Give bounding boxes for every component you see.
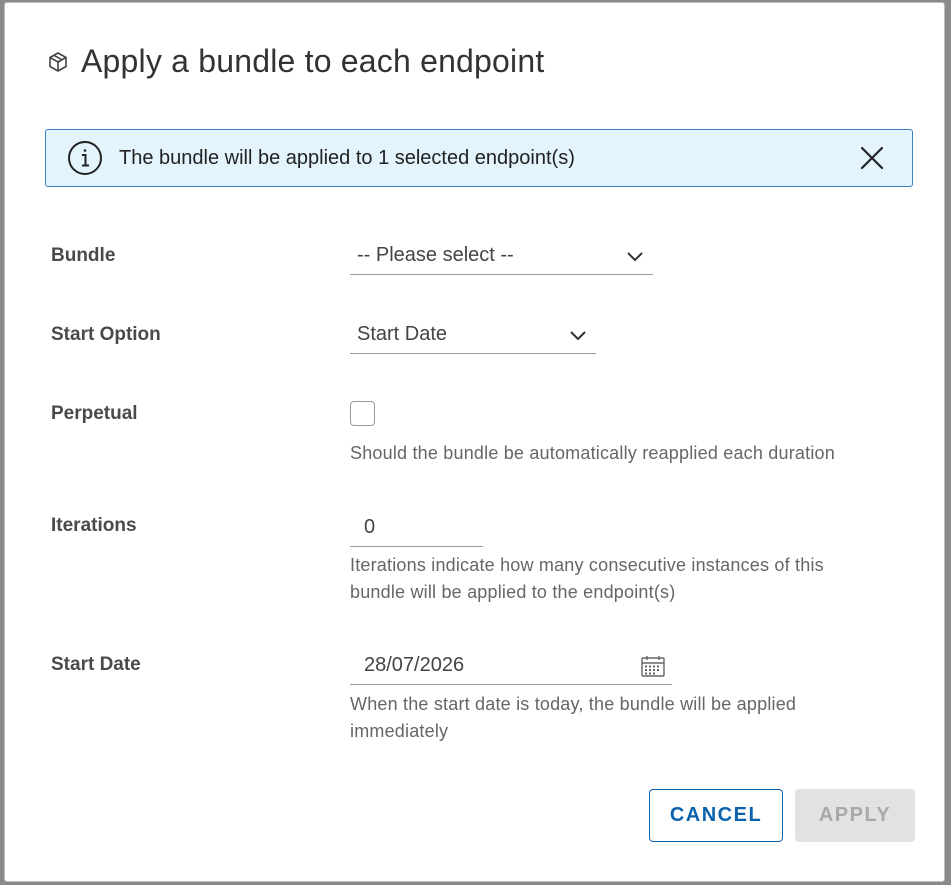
apply-bundle-dialog: Apply a bundle to each endpoint The bund… (4, 2, 945, 882)
chevron-down-icon (625, 246, 645, 266)
start-date-input[interactable]: 28/07/2026 (350, 647, 672, 685)
start-date-label: Start Date (51, 654, 141, 675)
perpetual-checkbox[interactable] (350, 401, 375, 426)
close-icon[interactable] (858, 144, 886, 172)
iterations-help-text-line1: Iterations indicate how many consecutive… (350, 555, 824, 575)
iterations-label: Iterations (51, 515, 137, 536)
iterations-value: 0 (364, 516, 376, 538)
iterations-help-text-line2: bundle will be applied to the endpoint(s… (350, 582, 676, 602)
info-alert: The bundle will be applied to 1 selected… (45, 129, 913, 187)
perpetual-label: Perpetual (51, 403, 138, 424)
alert-message: The bundle will be applied to 1 selected… (119, 146, 575, 169)
dialog-header: Apply a bundle to each endpoint (47, 43, 544, 80)
info-icon (67, 140, 103, 176)
perpetual-help-text: Should the bundle be automatically reapp… (350, 443, 835, 463)
dialog-title: Apply a bundle to each endpoint (81, 43, 545, 79)
start-option-value: Start Date (357, 323, 448, 345)
start-date-help-text-line2: immediately (350, 721, 449, 741)
bundle-label: Bundle (51, 245, 116, 266)
cancel-button[interactable]: CANCEL (649, 789, 783, 842)
apply-button[interactable]: APPLY (795, 789, 915, 842)
iterations-input[interactable]: 0 (350, 509, 483, 547)
bundle-select-value: -- Please select -- (357, 244, 514, 266)
start-option-label: Start Option (51, 324, 161, 345)
start-date-help-text-line1: When the start date is today, the bundle… (350, 694, 797, 714)
bundle-select[interactable]: -- Please select -- (350, 237, 653, 275)
start-date-value: 28/07/2026 (364, 654, 465, 676)
package-icon (47, 51, 69, 73)
chevron-down-icon (568, 325, 588, 345)
calendar-icon[interactable] (640, 654, 666, 678)
start-option-select[interactable]: Start Date (350, 316, 596, 354)
